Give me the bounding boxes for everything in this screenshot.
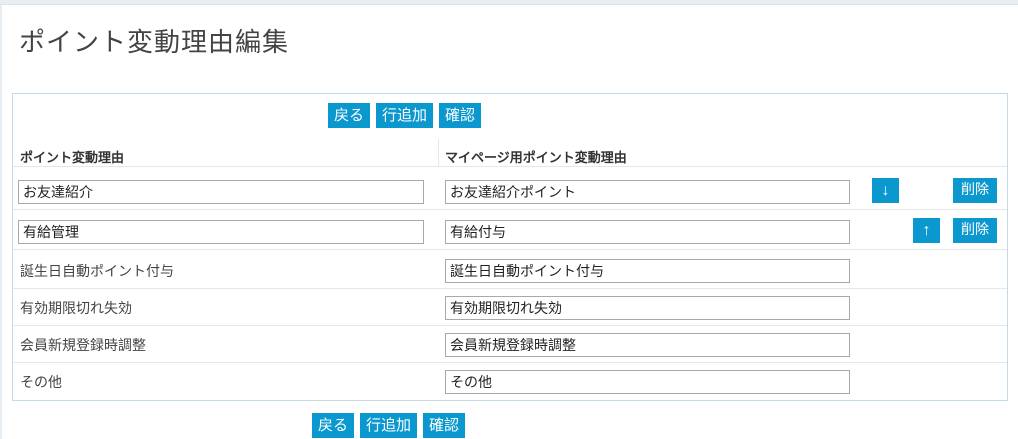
confirm-button[interactable]: 確認 (439, 103, 482, 128)
reason-input[interactable] (18, 220, 424, 244)
add-row-button[interactable]: 行追加 (360, 413, 418, 438)
top-border (0, 0, 1018, 5)
move-down-button[interactable]: ↓ (872, 178, 899, 203)
left-border (0, 5, 2, 439)
header-reason: ポイント変動理由 (20, 151, 125, 166)
mypage-reason-input[interactable] (445, 333, 850, 357)
back-button[interactable]: 戻る (328, 103, 371, 128)
add-row-button[interactable]: 行追加 (376, 103, 434, 128)
edit-panel: 戻る 行追加 確認 ポイント変動理由 マイページ用ポイント変動理由 ↓ 削除 ↑… (12, 93, 1008, 401)
reason-label: 会員新規登録時調整 (20, 338, 146, 354)
mypage-reason-input[interactable] (445, 220, 850, 244)
confirm-button[interactable]: 確認 (423, 413, 466, 438)
reason-label: その他 (20, 375, 62, 391)
page-title: ポイント変動理由編集 (19, 28, 290, 58)
mypage-reason-input[interactable] (445, 180, 850, 204)
table-row: 会員新規登録時調整 (13, 326, 1007, 363)
top-button-bar: 戻る 行追加 確認 (328, 103, 482, 128)
move-up-button[interactable]: ↑ (913, 218, 940, 243)
bottom-button-bar: 戻る 行追加 確認 (312, 413, 466, 438)
mypage-reason-input[interactable] (445, 370, 850, 394)
reason-input[interactable] (18, 180, 424, 204)
mypage-reason-input[interactable] (445, 296, 850, 320)
table-row: ↓ 削除 (13, 173, 1007, 210)
reason-label: 有効期限切れ失効 (20, 301, 132, 317)
delete-button[interactable]: 削除 (953, 218, 997, 243)
mypage-reason-input[interactable] (445, 259, 850, 283)
table-header: ポイント変動理由 マイページ用ポイント変動理由 (13, 139, 1007, 167)
table-row: 有効期限切れ失効 (13, 289, 1007, 326)
reason-label: 誕生日自動ポイント付与 (20, 264, 174, 280)
back-button[interactable]: 戻る (312, 413, 355, 438)
table-row: ↑ 削除 (13, 213, 1007, 250)
header-mypage-reason: マイページ用ポイント変動理由 (445, 151, 627, 166)
header-separator (438, 139, 439, 167)
delete-button[interactable]: 削除 (953, 178, 997, 203)
table-row: 誕生日自動ポイント付与 (13, 252, 1007, 289)
table-row: その他 (13, 363, 1007, 400)
